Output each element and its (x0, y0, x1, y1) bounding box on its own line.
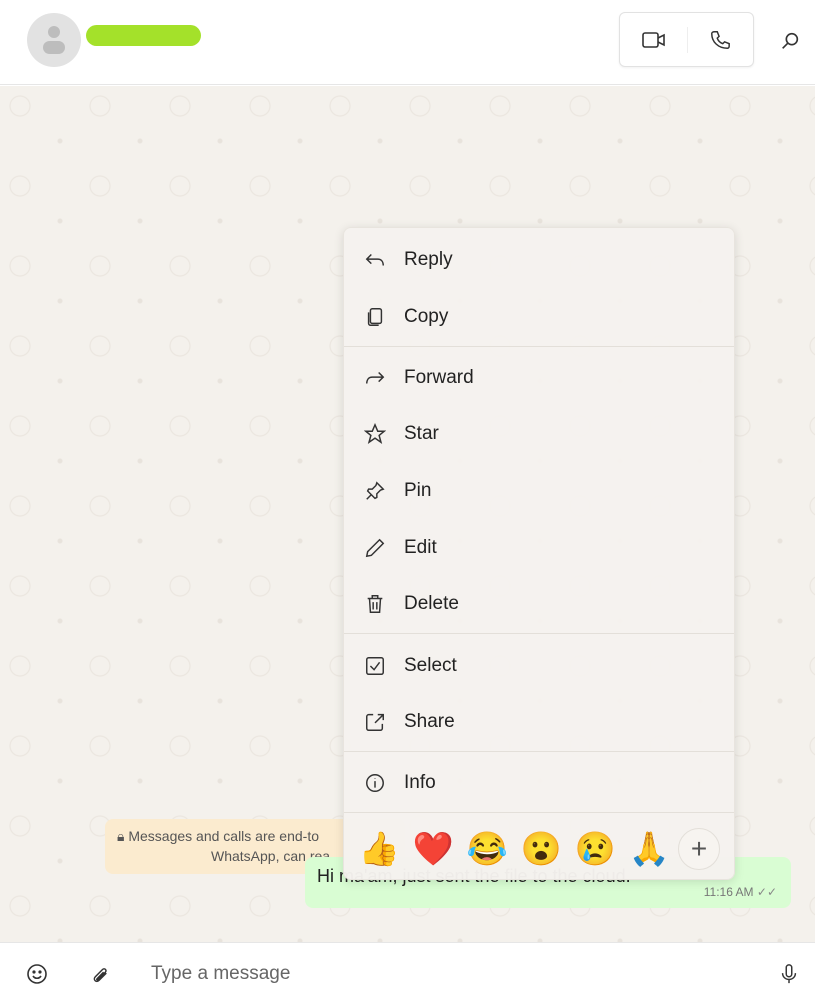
pin-icon (363, 479, 387, 503)
more-reactions-button[interactable]: + (678, 828, 720, 870)
menu-item-forward[interactable]: Forward (344, 354, 734, 402)
menu-item-pin[interactable]: Pin (344, 467, 734, 515)
reaction-bar: 👍 ❤️ 😂 😮 😢 🙏 + (344, 824, 734, 874)
menu-item-copy[interactable]: Copy (344, 293, 734, 341)
edit-icon (363, 536, 387, 560)
reaction-heart[interactable]: ❤️ (406, 829, 460, 869)
avatar[interactable] (27, 13, 81, 67)
attach-icon[interactable] (86, 961, 112, 987)
copy-icon (363, 305, 387, 329)
menu-label: Pin (404, 480, 432, 501)
search-icon[interactable] (776, 27, 804, 55)
menu-item-star[interactable]: Star (344, 410, 734, 458)
lock-icon: 🔒︎ (117, 828, 125, 844)
voice-call-icon[interactable] (700, 25, 740, 55)
menu-label: Forward (404, 367, 474, 388)
delete-icon (363, 592, 387, 616)
menu-label: Info (404, 772, 436, 793)
composer: Type a message (0, 942, 815, 1000)
menu-label: Share (404, 711, 455, 732)
menu-item-delete[interactable]: Delete (344, 580, 734, 628)
menu-label: Copy (404, 306, 449, 327)
menu-label: Edit (404, 537, 437, 558)
contact-name-redacted[interactable] (86, 25, 201, 46)
read-receipt-icon: ✓✓ (756, 885, 777, 899)
menu-label: Star (404, 423, 439, 444)
select-icon (363, 654, 387, 678)
share-icon (363, 710, 387, 734)
info-icon (363, 771, 387, 795)
menu-item-reply[interactable]: Reply (344, 236, 734, 284)
reaction-laugh[interactable]: 😂 (460, 829, 514, 869)
emoji-icon[interactable] (24, 961, 50, 987)
reaction-sad[interactable]: 😢 (568, 829, 622, 869)
message-context-menu: Reply Copy Forward Star Pin Edit Delete … (343, 227, 735, 880)
menu-label: Delete (404, 593, 459, 614)
menu-item-info[interactable]: Info (344, 759, 734, 807)
reaction-wow[interactable]: 😮 (514, 829, 568, 869)
reply-icon (363, 248, 387, 272)
menu-item-share[interactable]: Share (344, 698, 734, 746)
menu-item-select[interactable]: Select (344, 642, 734, 690)
star-icon (363, 422, 387, 446)
menu-item-edit[interactable]: Edit (344, 524, 734, 572)
forward-icon (363, 366, 387, 390)
menu-label: Reply (404, 249, 453, 270)
reaction-thumbs-up[interactable]: 👍 (352, 829, 406, 869)
message-input[interactable]: Type a message (151, 963, 290, 985)
call-buttons (619, 12, 754, 67)
microphone-icon[interactable] (776, 961, 802, 987)
video-call-icon[interactable] (634, 25, 674, 55)
reaction-pray[interactable]: 🙏 (622, 829, 676, 869)
chat-header (0, 0, 815, 85)
menu-label: Select (404, 655, 457, 676)
notice-text: Messages and calls are end-to (128, 828, 320, 844)
message-time: 11:16 AM (703, 885, 754, 899)
